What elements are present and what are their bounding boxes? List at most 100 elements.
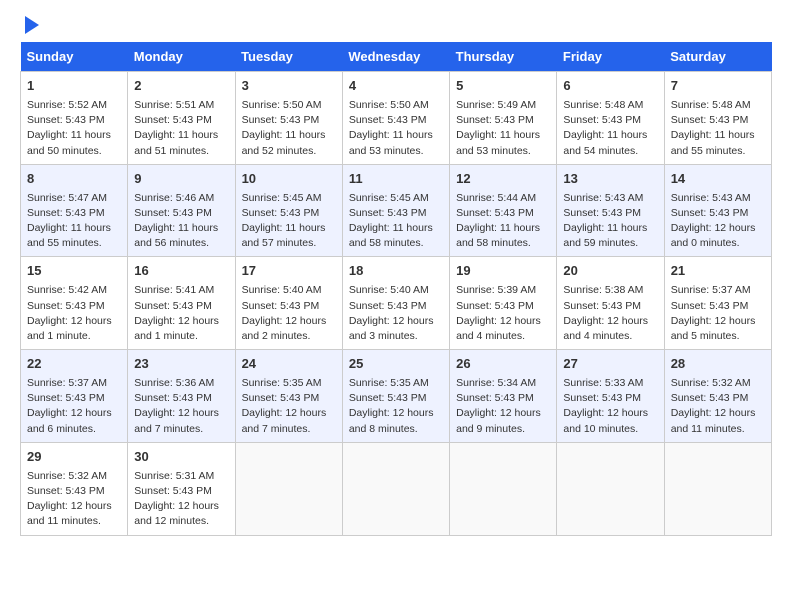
calendar-cell xyxy=(664,442,771,535)
day-detail: Sunrise: 5:44 AMSunset: 5:43 PMDaylight:… xyxy=(456,191,550,252)
day-detail: Sunrise: 5:45 AMSunset: 5:43 PMDaylight:… xyxy=(349,191,443,252)
logo xyxy=(20,20,39,34)
calendar-cell: 14 Sunrise: 5:43 AMSunset: 5:43 PMDayligh… xyxy=(664,164,771,257)
calendar-cell: 22 Sunrise: 5:37 AMSunset: 5:43 PMDayligh… xyxy=(21,350,128,443)
day-detail: Sunrise: 5:38 AMSunset: 5:43 PMDaylight:… xyxy=(563,283,657,344)
day-detail: Sunrise: 5:41 AMSunset: 5:43 PMDaylight:… xyxy=(134,283,228,344)
day-number: 28 xyxy=(671,355,765,374)
day-detail: Sunrise: 5:50 AMSunset: 5:43 PMDaylight:… xyxy=(242,98,336,159)
calendar-cell: 7 Sunrise: 5:48 AMSunset: 5:43 PMDaylight… xyxy=(664,72,771,165)
header-friday: Friday xyxy=(557,42,664,72)
calendar-cell: 5 Sunrise: 5:49 AMSunset: 5:43 PMDaylight… xyxy=(450,72,557,165)
day-number: 8 xyxy=(27,170,121,189)
calendar-cell: 10 Sunrise: 5:45 AMSunset: 5:43 PMDayligh… xyxy=(235,164,342,257)
day-number: 16 xyxy=(134,262,228,281)
calendar-cell: 29Sunrise: 5:32 AMSunset: 5:43 PMDayligh… xyxy=(21,442,128,535)
calendar-cell: 17 Sunrise: 5:40 AMSunset: 5:43 PMDayligh… xyxy=(235,257,342,350)
header-thursday: Thursday xyxy=(450,42,557,72)
day-number: 23 xyxy=(134,355,228,374)
calendar-cell: 16 Sunrise: 5:41 AMSunset: 5:43 PMDayligh… xyxy=(128,257,235,350)
header-wednesday: Wednesday xyxy=(342,42,449,72)
day-number: 4 xyxy=(349,77,443,96)
day-detail: Sunrise: 5:51 AMSunset: 5:43 PMDaylight:… xyxy=(134,98,228,159)
day-detail: Sunrise: 5:36 AMSunset: 5:43 PMDaylight:… xyxy=(134,376,228,437)
calendar-cell: 4 Sunrise: 5:50 AMSunset: 5:43 PMDaylight… xyxy=(342,72,449,165)
calendar-cell: 9Sunrise: 5:46 AMSunset: 5:43 PMDaylight… xyxy=(128,164,235,257)
day-number: 15 xyxy=(27,262,121,281)
day-number: 1 xyxy=(27,77,121,96)
day-number: 12 xyxy=(456,170,550,189)
day-number: 26 xyxy=(456,355,550,374)
day-number: 21 xyxy=(671,262,765,281)
day-detail: Sunrise: 5:48 AMSunset: 5:43 PMDaylight:… xyxy=(671,98,765,159)
calendar-cell: 2 Sunrise: 5:51 AMSunset: 5:43 PMDaylight… xyxy=(128,72,235,165)
day-number: 17 xyxy=(242,262,336,281)
calendar-cell: 25Sunrise: 5:35 AMSunset: 5:43 PMDayligh… xyxy=(342,350,449,443)
day-number: 24 xyxy=(242,355,336,374)
day-detail: Sunrise: 5:31 AMSunset: 5:43 PMDaylight:… xyxy=(134,469,228,530)
header-tuesday: Tuesday xyxy=(235,42,342,72)
header-monday: Monday xyxy=(128,42,235,72)
day-detail: Sunrise: 5:37 AMSunset: 5:43 PMDaylight:… xyxy=(671,283,765,344)
calendar-cell: 12 Sunrise: 5:44 AMSunset: 5:43 PMDayligh… xyxy=(450,164,557,257)
day-detail: Sunrise: 5:43 AMSunset: 5:43 PMDaylight:… xyxy=(563,191,657,252)
day-detail: Sunrise: 5:49 AMSunset: 5:43 PMDaylight:… xyxy=(456,98,550,159)
logo-flag-icon xyxy=(25,16,39,34)
day-detail: Sunrise: 5:32 AMSunset: 5:43 PMDaylight:… xyxy=(671,376,765,437)
calendar-cell xyxy=(557,442,664,535)
day-detail: Sunrise: 5:40 AMSunset: 5:43 PMDaylight:… xyxy=(349,283,443,344)
calendar-cell: 28 Sunrise: 5:32 AMSunset: 5:43 PMDayligh… xyxy=(664,350,771,443)
calendar-header-row: SundayMondayTuesdayWednesdayThursdayFrid… xyxy=(21,42,772,72)
day-number: 2 xyxy=(134,77,228,96)
week-row-1: 1 Sunrise: 5:52 AMSunset: 5:43 PMDaylight… xyxy=(21,72,772,165)
calendar-cell xyxy=(450,442,557,535)
day-number: 6 xyxy=(563,77,657,96)
day-detail: Sunrise: 5:50 AMSunset: 5:43 PMDaylight:… xyxy=(349,98,443,159)
calendar-cell xyxy=(342,442,449,535)
calendar-cell: 18 Sunrise: 5:40 AMSunset: 5:43 PMDayligh… xyxy=(342,257,449,350)
calendar-cell: 11Sunrise: 5:45 AMSunset: 5:43 PMDayligh… xyxy=(342,164,449,257)
day-detail: Sunrise: 5:37 AMSunset: 5:43 PMDaylight:… xyxy=(27,376,121,437)
day-number: 3 xyxy=(242,77,336,96)
calendar-cell: 19 Sunrise: 5:39 AMSunset: 5:43 PMDayligh… xyxy=(450,257,557,350)
week-row-5: 29Sunrise: 5:32 AMSunset: 5:43 PMDayligh… xyxy=(21,442,772,535)
day-number: 19 xyxy=(456,262,550,281)
calendar-cell: 15 Sunrise: 5:42 AMSunset: 5:43 PMDayligh… xyxy=(21,257,128,350)
day-detail: Sunrise: 5:43 AMSunset: 5:43 PMDaylight:… xyxy=(671,191,765,252)
calendar-cell: 27 Sunrise: 5:33 AMSunset: 5:43 PMDayligh… xyxy=(557,350,664,443)
day-detail: Sunrise: 5:35 AMSunset: 5:43 PMDaylight:… xyxy=(242,376,336,437)
day-number: 5 xyxy=(456,77,550,96)
calendar-cell: 3 Sunrise: 5:50 AMSunset: 5:43 PMDaylight… xyxy=(235,72,342,165)
calendar-cell: 24 Sunrise: 5:35 AMSunset: 5:43 PMDayligh… xyxy=(235,350,342,443)
day-detail: Sunrise: 5:39 AMSunset: 5:43 PMDaylight:… xyxy=(456,283,550,344)
header-saturday: Saturday xyxy=(664,42,771,72)
day-number: 22 xyxy=(27,355,121,374)
day-detail: Sunrise: 5:45 AMSunset: 5:43 PMDaylight:… xyxy=(242,191,336,252)
day-detail: Sunrise: 5:47 AMSunset: 5:43 PMDaylight:… xyxy=(27,191,121,252)
day-number: 13 xyxy=(563,170,657,189)
day-number: 18 xyxy=(349,262,443,281)
calendar-cell: 26 Sunrise: 5:34 AMSunset: 5:43 PMDayligh… xyxy=(450,350,557,443)
day-number: 7 xyxy=(671,77,765,96)
day-detail: Sunrise: 5:32 AMSunset: 5:43 PMDaylight:… xyxy=(27,469,121,530)
day-number: 20 xyxy=(563,262,657,281)
day-detail: Sunrise: 5:42 AMSunset: 5:43 PMDaylight:… xyxy=(27,283,121,344)
day-number: 10 xyxy=(242,170,336,189)
week-row-4: 22 Sunrise: 5:37 AMSunset: 5:43 PMDayligh… xyxy=(21,350,772,443)
day-detail: Sunrise: 5:34 AMSunset: 5:43 PMDaylight:… xyxy=(456,376,550,437)
calendar-cell xyxy=(235,442,342,535)
day-detail: Sunrise: 5:48 AMSunset: 5:43 PMDaylight:… xyxy=(563,98,657,159)
day-detail: Sunrise: 5:33 AMSunset: 5:43 PMDaylight:… xyxy=(563,376,657,437)
day-number: 14 xyxy=(671,170,765,189)
page-header xyxy=(20,20,772,34)
day-number: 27 xyxy=(563,355,657,374)
day-detail: Sunrise: 5:40 AMSunset: 5:43 PMDaylight:… xyxy=(242,283,336,344)
calendar-cell: 8 Sunrise: 5:47 AMSunset: 5:43 PMDaylight… xyxy=(21,164,128,257)
day-number: 9 xyxy=(134,170,228,189)
calendar-cell: 13 Sunrise: 5:43 AMSunset: 5:43 PMDayligh… xyxy=(557,164,664,257)
calendar-cell: 21 Sunrise: 5:37 AMSunset: 5:43 PMDayligh… xyxy=(664,257,771,350)
day-detail: Sunrise: 5:52 AMSunset: 5:43 PMDaylight:… xyxy=(27,98,121,159)
week-row-3: 15 Sunrise: 5:42 AMSunset: 5:43 PMDayligh… xyxy=(21,257,772,350)
day-number: 30 xyxy=(134,448,228,467)
calendar-cell: 6 Sunrise: 5:48 AMSunset: 5:43 PMDaylight… xyxy=(557,72,664,165)
